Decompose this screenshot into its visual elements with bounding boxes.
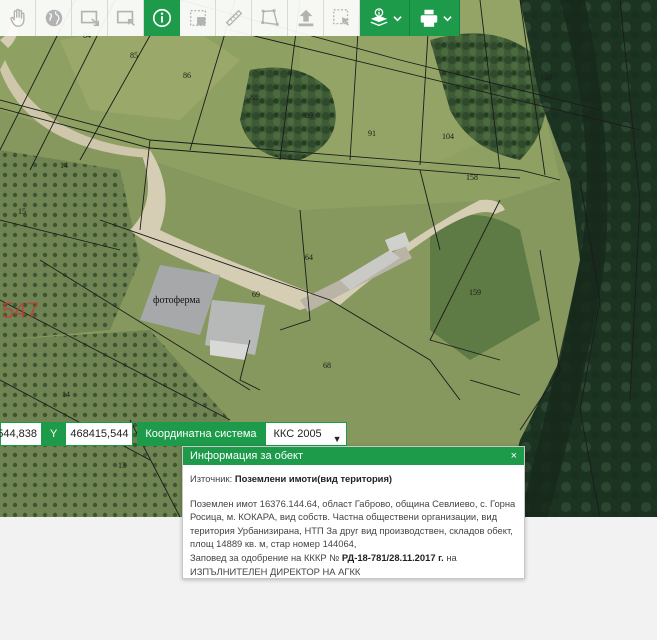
cadastral-area-label: 547 [2, 298, 39, 323]
y-coordinate-label: Y [42, 422, 66, 446]
coordinate-system-label: Координатна система [137, 422, 265, 446]
chevron-down-icon [392, 15, 402, 21]
area-measure-button[interactable] [180, 0, 216, 36]
popup-header: Информация за обект × [183, 447, 524, 465]
approval-order-suffix: на [446, 551, 457, 563]
source-label: Източник: [190, 473, 233, 484]
map-viewer: 84 85 86 88 89 91 104 158 138 14 15 64 6… [0, 0, 657, 640]
approval-order-prefix: Заповед за одобрение на КККР № [190, 551, 340, 563]
polygon-icon [260, 9, 279, 26]
print-icon [420, 9, 437, 27]
info-icon [152, 8, 171, 28]
parcel-label: 158 [466, 173, 478, 182]
parcel-description-line: Поземлен имот 16376.144.64, област Габро… [190, 497, 516, 509]
select-area-button[interactable] [324, 0, 360, 36]
parcel-label: 159 [469, 288, 481, 297]
pan-button[interactable] [0, 0, 36, 36]
parcel-label: 138 [540, 73, 552, 82]
x-coordinate-value: 544,838 [0, 422, 42, 446]
popup-title: Информация за обект [190, 450, 304, 462]
ruler-icon [225, 9, 242, 27]
source-value: Поземлени имоти(вид територия) [234, 473, 393, 484]
parcel-label: 91 [368, 129, 376, 138]
parcel-label: 104 [442, 132, 454, 141]
approval-order-number: РД-18-781/28.11.2017 г. [341, 551, 444, 563]
upload-button[interactable] [288, 0, 324, 36]
parcel-label: 69 [252, 290, 260, 299]
parcel-label: 86 [183, 71, 191, 80]
parcel-description-line: Росица, м. КОКАРА, вид собств. Частна об… [190, 511, 498, 523]
area-measure-icon [189, 9, 206, 27]
parcel-label: 85 [130, 51, 138, 60]
distance-measure-button[interactable] [216, 0, 252, 36]
chevron-down-icon: ▼ [332, 434, 342, 444]
print-menu-button[interactable] [410, 0, 460, 36]
zoom-in-rect-icon [80, 10, 99, 27]
coordinate-system-select[interactable]: ККС 2005 ▼ [264, 422, 347, 446]
zoom-out-button[interactable] [108, 0, 144, 36]
source-line: Източник: Поземлени имоти(вид територия) [190, 472, 517, 486]
parcel-label: 15 [18, 207, 26, 216]
parcel-description-line: площ 14889 кв. м, стар номер 144064, [190, 538, 357, 550]
parcel-label: 14 [60, 161, 68, 170]
approval-order-line: Заповед за одобрение на КККР № РД-18-781… [190, 551, 517, 565]
globe-icon [45, 9, 62, 27]
popup-body: Източник: Поземлени имоти(вид територия)… [183, 465, 524, 578]
map-toolbar [0, 0, 460, 36]
parcel-label: 14 [62, 390, 70, 399]
layers-info-menu-button[interactable] [360, 0, 410, 36]
polygon-draw-button[interactable] [252, 0, 288, 36]
coordinate-system-value: ККС 2005 [273, 428, 322, 440]
select-rect-icon [332, 9, 349, 26]
chevron-down-icon [442, 15, 452, 21]
upload-icon [298, 9, 313, 27]
parcel-label: 13 [118, 461, 126, 470]
layers-info-icon [370, 8, 387, 27]
full-extent-button[interactable] [36, 0, 72, 36]
approving-authority: ИЗПЪЛНИТЕЛЕН ДИРЕКТОР НА АГКК [190, 565, 361, 577]
zoom-in-button[interactable] [72, 0, 108, 36]
coordinate-bar: 544,838 Y 468415,544 Координатна система… [0, 422, 347, 446]
place-label: фотоферма [153, 295, 201, 306]
zoom-out-rect-icon [116, 10, 135, 26]
parcel-label: 88 [250, 93, 258, 102]
feature-info-popup: Информация за обект × Източник: Поземлен… [182, 446, 525, 579]
close-icon[interactable]: × [511, 450, 517, 462]
y-coordinate-value: 468415,544 [65, 422, 134, 446]
parcel-label: 64 [305, 253, 313, 262]
hand-pan-icon [9, 8, 25, 27]
parcel-description-line: територия Урбанизирана, НТП За друг вид … [190, 524, 513, 536]
identify-button[interactable] [144, 0, 180, 36]
parcel-label: 89 [305, 111, 313, 120]
parcel-label: 68 [323, 361, 331, 370]
